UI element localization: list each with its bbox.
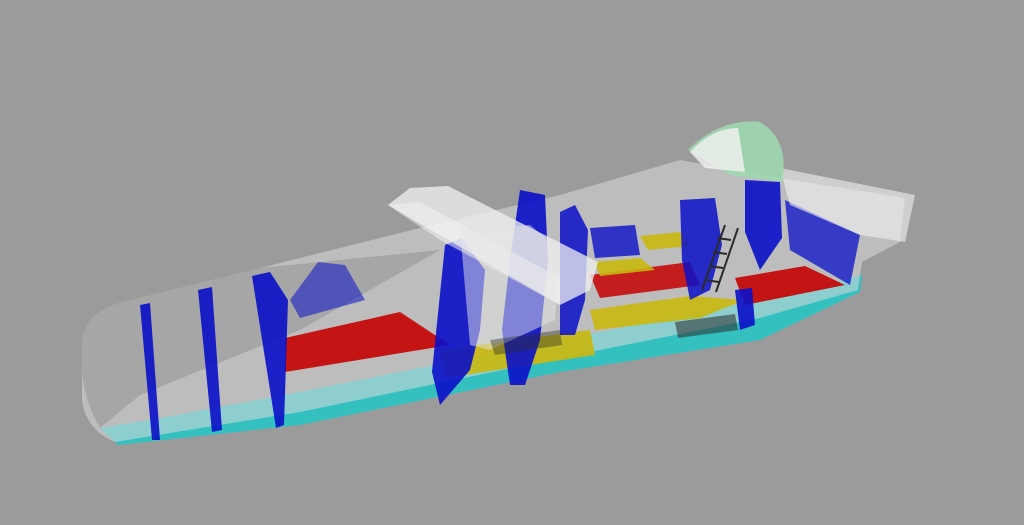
3d-viewport[interactable] xyxy=(0,0,1024,525)
bulkhead-7 xyxy=(590,225,640,258)
boat-model-render xyxy=(82,121,915,445)
